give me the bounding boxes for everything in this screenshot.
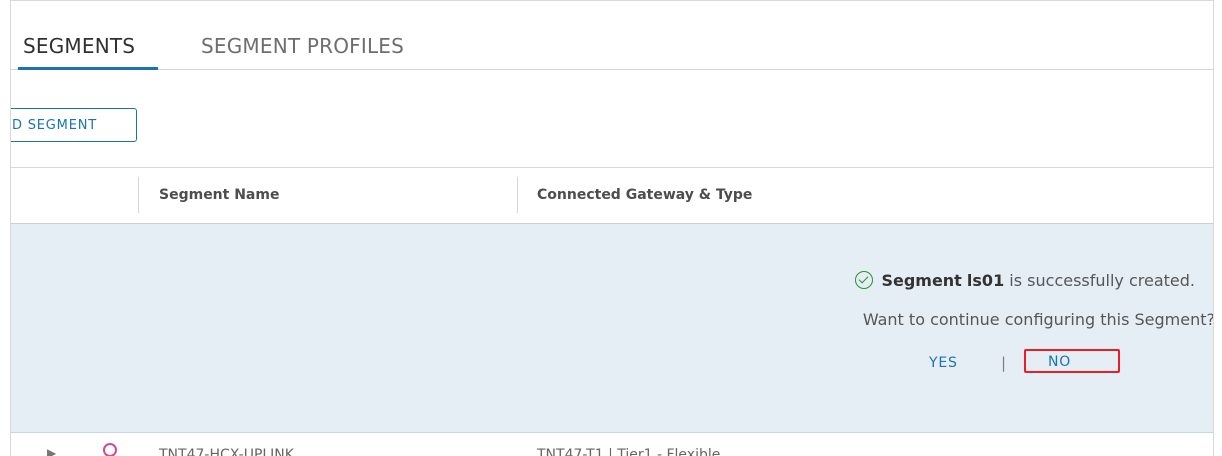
button-separator: | (1001, 354, 1007, 372)
table-header: Segment Name Connected Gateway & Type (11, 167, 1213, 225)
add-segment-button[interactable]: D SEGMENT (11, 108, 137, 142)
no-button[interactable]: NO (1024, 349, 1120, 373)
segment-type-icon (103, 443, 117, 456)
column-header-connected-gateway[interactable]: Connected Gateway & Type (537, 187, 752, 203)
no-button-label: NO (1048, 354, 1072, 370)
segment-word: Segment (881, 271, 962, 290)
tab-bar: SEGMENTS SEGMENT PROFILES (11, 1, 1213, 70)
tab-segments[interactable]: SEGMENTS (23, 34, 135, 58)
active-tab-indicator (18, 67, 158, 70)
success-notification: Segment ls01 is successfully created. Wa… (11, 224, 1213, 433)
segments-panel: SEGMENTS SEGMENT PROFILES D SEGMENT Segm… (10, 0, 1214, 456)
column-separator (138, 177, 139, 213)
tab-segment-profiles[interactable]: SEGMENT PROFILES (201, 34, 404, 58)
table-row[interactable]: ▶ TNT47-HCX-UPLINK TNT47-T1 | Tier1 - Fl… (11, 433, 1213, 456)
success-message: Segment ls01 is successfully created. (855, 271, 1195, 290)
column-header-segment-name[interactable]: Segment Name (159, 187, 279, 203)
yes-button[interactable]: YES (929, 355, 958, 371)
segment-name: ls01 (966, 271, 1005, 290)
column-separator (517, 177, 518, 213)
success-suffix: is successfully created. (1009, 271, 1195, 290)
check-circle-icon (855, 271, 874, 289)
continue-question: Want to continue configuring this Segmen… (862, 310, 1214, 329)
